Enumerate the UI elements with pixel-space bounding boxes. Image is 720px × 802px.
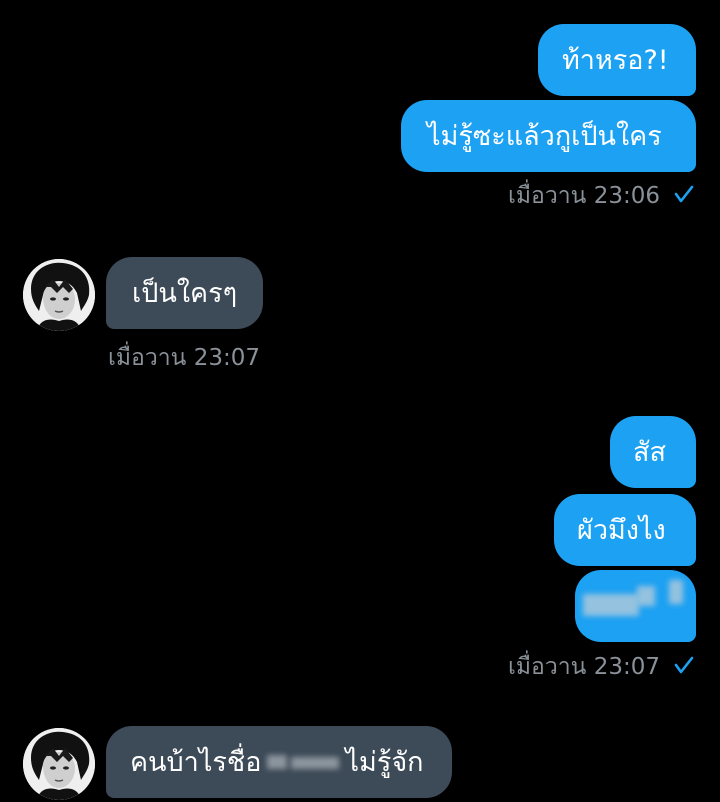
message-timestamp: เมื่อวาน 23:07: [108, 347, 260, 370]
blurred-content: [669, 580, 683, 604]
incoming-message[interactable]: เป็นใครๆ: [106, 257, 263, 329]
avatar[interactable]: [23, 259, 95, 331]
blurred-content: [261, 747, 345, 777]
outgoing-message[interactable]: ท้าหรอ?!: [538, 24, 696, 96]
message-text: ไม่รู้ซะแล้วกูเป็นใคร: [427, 120, 662, 152]
timestamp-text: เมื่อวาน 23:06: [508, 183, 660, 209]
message-text: ผัวมึงไง: [577, 514, 666, 546]
message-text: ท้าหรอ?!: [562, 44, 669, 76]
outgoing-message[interactable]: ไม่รู้ซะแล้วกูเป็นใคร: [401, 100, 696, 172]
timestamp-text: เมื่อวาน 23:07: [108, 345, 260, 371]
blurred-content: [637, 586, 655, 606]
blurred-content: [583, 594, 639, 616]
incoming-message[interactable]: คนบ้าไรชื่อ ไม่รู้จัก: [106, 726, 452, 798]
outgoing-message[interactable]: ผัวมึงไง: [554, 494, 696, 566]
avatar[interactable]: [23, 728, 95, 800]
message-timestamp: เมื่อวาน 23:07: [508, 655, 694, 680]
outgoing-message[interactable]: สัส: [610, 416, 696, 488]
message-text: เป็นใครๆ: [132, 277, 238, 309]
timestamp-text: เมื่อวาน 23:07: [508, 654, 660, 680]
message-text: ไม่รู้จัก: [345, 746, 424, 778]
message-text: สัส: [633, 436, 666, 468]
outgoing-message-blurred[interactable]: [575, 570, 696, 642]
message-text: คนบ้าไรชื่อ: [130, 746, 262, 778]
check-icon: [674, 184, 694, 209]
message-timestamp: เมื่อวาน 23:06: [508, 184, 694, 209]
check-icon: [674, 655, 694, 680]
